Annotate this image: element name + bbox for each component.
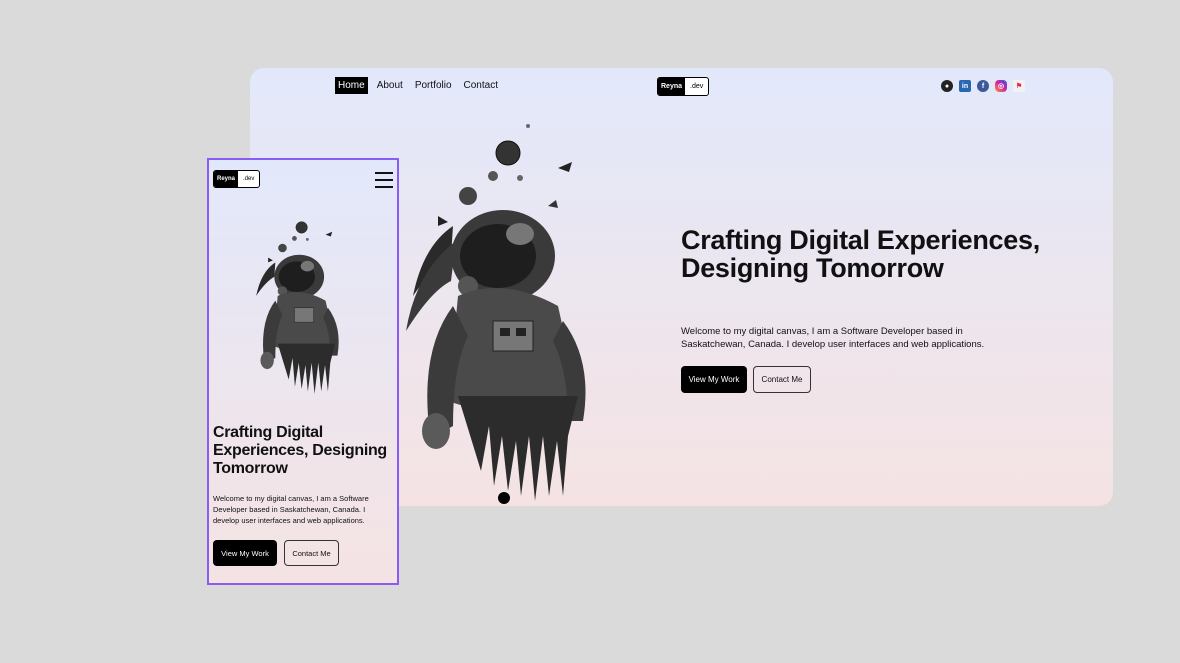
logo-name: Reyna <box>658 78 686 95</box>
contact-me-button[interactable]: Contact Me <box>753 366 811 393</box>
view-work-button[interactable]: View My Work <box>681 366 747 393</box>
devpost-icon[interactable]: ⚑ <box>1013 80 1025 92</box>
facebook-icon[interactable]: f <box>977 80 989 92</box>
mobile-preview: Reyna .dev Crafting Digital Experiences,… <box>207 158 399 585</box>
hero-headline: Crafting Digital Experiences, Designing … <box>681 225 1040 283</box>
hero-intro: Welcome to my digital canvas, I am a Sof… <box>213 494 369 525</box>
social-links: ● in f ◎ ⚑ <box>941 80 1025 92</box>
nav-home[interactable]: Home <box>335 77 368 94</box>
github-icon[interactable]: ● <box>941 80 953 92</box>
view-work-button[interactable]: View My Work <box>213 540 277 566</box>
nav-portfolio[interactable]: Portfolio <box>412 77 455 94</box>
mobile-site-logo[interactable]: Reyna .dev <box>213 170 261 188</box>
hamburger-menu-icon[interactable] <box>375 172 393 188</box>
nav-contact[interactable]: Contact <box>461 77 501 94</box>
astronaut-illustration <box>406 124 586 504</box>
linkedin-icon[interactable]: in <box>959 80 971 92</box>
logo-suffix: .dev <box>243 176 255 182</box>
site-logo[interactable]: Reyna .dev <box>657 77 710 96</box>
astronaut-illustration <box>256 221 339 394</box>
logo-suffix: .dev <box>690 83 704 90</box>
nav-about[interactable]: About <box>374 77 406 94</box>
contact-me-button[interactable]: Contact Me <box>284 540 339 566</box>
hero-headline: Crafting Digital Experiences, Designing … <box>213 424 387 477</box>
hero-intro: Welcome to my digital canvas, I am a Sof… <box>681 326 985 350</box>
logo-name: Reyna <box>214 171 239 187</box>
main-nav: Home About Portfolio Contact <box>335 77 501 94</box>
instagram-icon[interactable]: ◎ <box>995 80 1007 92</box>
